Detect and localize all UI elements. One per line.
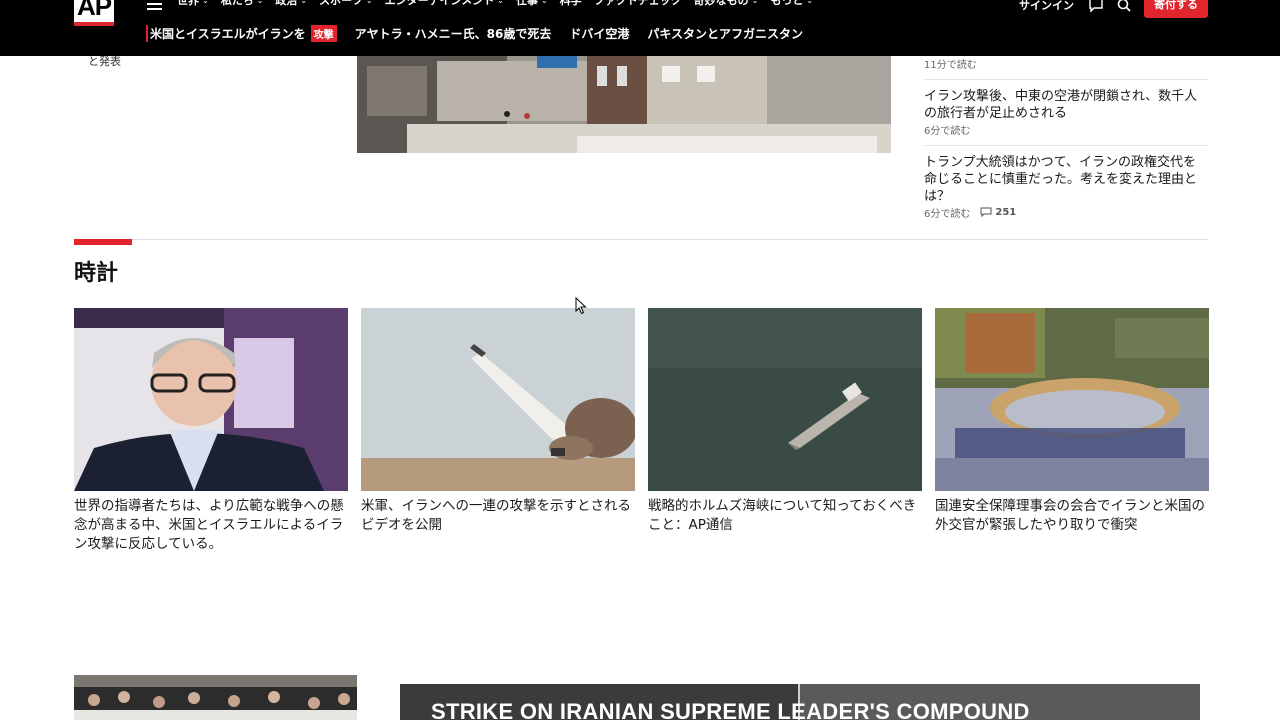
card-image-leader[interactable] — [74, 308, 348, 491]
menu-icon[interactable] — [147, 0, 162, 13]
story-meta: 6分で読む 251 — [924, 205, 1208, 220]
search-icon[interactable] — [1116, 0, 1132, 13]
read-time: 6分で読む — [924, 209, 971, 220]
story-title[interactable]: トランプ大統領はかつて、イランの政権交代を命じることに慎重だった。考えを変えた理… — [924, 154, 1208, 205]
video-card[interactable]: 世界の指導者たちは、より広範な戦争への懸念が高まる中、米国とイスラエルによるイラ… — [74, 308, 348, 554]
nav-item-business[interactable]: 仕事 ⌄ — [516, 0, 548, 8]
trending-item-us-israel-strike[interactable]: 米国とイスラエルがイランを 攻撃 — [146, 25, 337, 42]
video-card[interactable]: 戦略的ホルムズ海峡について知っておくべきこと：AP通信 — [648, 308, 922, 535]
related-stories: 11分で読む イラン攻撃後、中東の空港が閉鎖され、数千人の旅行者が足止めされる … — [924, 56, 1208, 220]
chevron-down-icon: ⌄ — [202, 0, 209, 5]
nav-item-science[interactable]: 科学 — [560, 0, 582, 8]
card-image-tanker-ship[interactable] — [648, 308, 922, 491]
related-story[interactable]: イラン攻撃後、中東の空港が閉鎖され、数千人の旅行者が足止めされる 6分で読む — [924, 79, 1208, 137]
trending-item-dubai-airport[interactable]: ドバイ空港 — [569, 25, 629, 42]
read-time: 11分で読む — [924, 60, 977, 71]
read-time: 6分で読む — [924, 126, 971, 137]
card-title[interactable]: 戦略的ホルムズ海峡について知っておくべきこと：AP通信 — [648, 497, 922, 535]
chevron-down-icon: ⌄ — [540, 0, 548, 5]
related-story[interactable]: トランプ大統領はかつて、イランの政権交代を命じることに慎重だった。考えを変えた理… — [924, 145, 1208, 220]
chevron-down-icon: ⌄ — [365, 0, 373, 5]
bottom-image-crowd[interactable] — [74, 675, 357, 720]
main-nav: 世界 ⌄ 私たち ⌄ 政治 ⌄ スポーツ ⌄ エンターテインメント ⌄ 仕事 ⌄ 科学 ファ… — [177, 0, 825, 8]
attack-badge: 攻撃 — [310, 25, 337, 42]
ap-logo[interactable]: AP — [74, 0, 114, 26]
card-title[interactable]: 世界の指導者たちは、より広範な戦争への懸念が高まる中、米国とイスラエルによるイラ… — [74, 497, 348, 554]
nav-item-fact-check[interactable]: ファクトチェック — [594, 0, 682, 8]
nav-item-oddities[interactable]: 奇妙なもの ⌄ — [694, 0, 759, 8]
nav-item-world[interactable]: 世界 ⌄ — [177, 0, 209, 8]
card-image-un-security-council[interactable] — [935, 308, 1209, 491]
nav-item-entertainment[interactable]: エンターテインメント ⌄ — [385, 0, 504, 8]
nav-item-politics[interactable]: 政治 ⌄ — [275, 0, 307, 8]
nav-item-sports[interactable]: スポーツ ⌄ — [319, 0, 372, 8]
section-title-watch: 時計 — [74, 261, 119, 286]
comment-icon — [980, 207, 992, 218]
chevron-down-icon: ⌄ — [300, 0, 308, 5]
donate-button[interactable]: 寄付する — [1144, 0, 1208, 18]
hero-image-rooftops[interactable] — [357, 56, 891, 153]
trending-bar: 米国とイスラエルがイランを 攻撃 アヤトラ・ハメニー氏、86歳で死去 ドバイ空港 … — [146, 25, 821, 42]
section-divider — [74, 239, 1208, 240]
chevron-down-icon: ⌄ — [806, 0, 814, 5]
sign-in-link[interactable]: サインイン — [1019, 0, 1074, 13]
chevron-down-icon: ⌄ — [256, 0, 264, 5]
card-title[interactable]: 国連安全保障理事会の会合でイランと米国の外交官が緊張したやり取りで衝突 — [935, 497, 1209, 535]
comment-icon[interactable] — [1088, 0, 1104, 13]
video-card[interactable]: 国連安全保障理事会の会合でイランと米国の外交官が緊張したやり取りで衝突 — [935, 308, 1209, 535]
video-card[interactable]: 米軍、イランへの一連の攻撃を示すとされるビデオを公開 — [361, 308, 635, 535]
video-caption: STRIKE ON IRANIAN SUPREME LEADER'S COMPO… — [431, 699, 1030, 720]
header-actions: サインイン 寄付する — [1019, 0, 1208, 18]
site-header: AP 世界 ⌄ 私たち ⌄ 政治 ⌄ スポーツ ⌄ エンターテインメント ⌄ 仕事 ⌄ 科学… — [0, 0, 1280, 56]
nav-item-us[interactable]: 私たち ⌄ — [221, 0, 264, 8]
chevron-down-icon: ⌄ — [497, 0, 504, 5]
card-title[interactable]: 米軍、イランへの一連の攻撃を示すとされるビデオを公開 — [361, 497, 635, 535]
card-image-missile-launch[interactable] — [361, 308, 635, 491]
chevron-down-icon: ⌄ — [751, 0, 759, 5]
comment-count[interactable]: 251 — [980, 207, 1016, 218]
trending-item-khamenei[interactable]: アヤトラ・ハメニー氏、86歳で死去 — [355, 25, 552, 42]
nav-item-more[interactable]: もっと ⌄ — [770, 0, 813, 8]
story-title[interactable]: イラン攻撃後、中東の空港が閉鎖され、数千人の旅行者が足止めされる — [924, 88, 1208, 122]
mouse-cursor-icon — [575, 297, 587, 315]
video-player[interactable]: STRIKE ON IRANIAN SUPREME LEADER'S COMPO… — [400, 684, 1200, 720]
section-accent-bar — [74, 239, 132, 245]
trending-item-pakistan-afghanistan[interactable]: パキスタンとアフガニスタン — [647, 25, 803, 42]
